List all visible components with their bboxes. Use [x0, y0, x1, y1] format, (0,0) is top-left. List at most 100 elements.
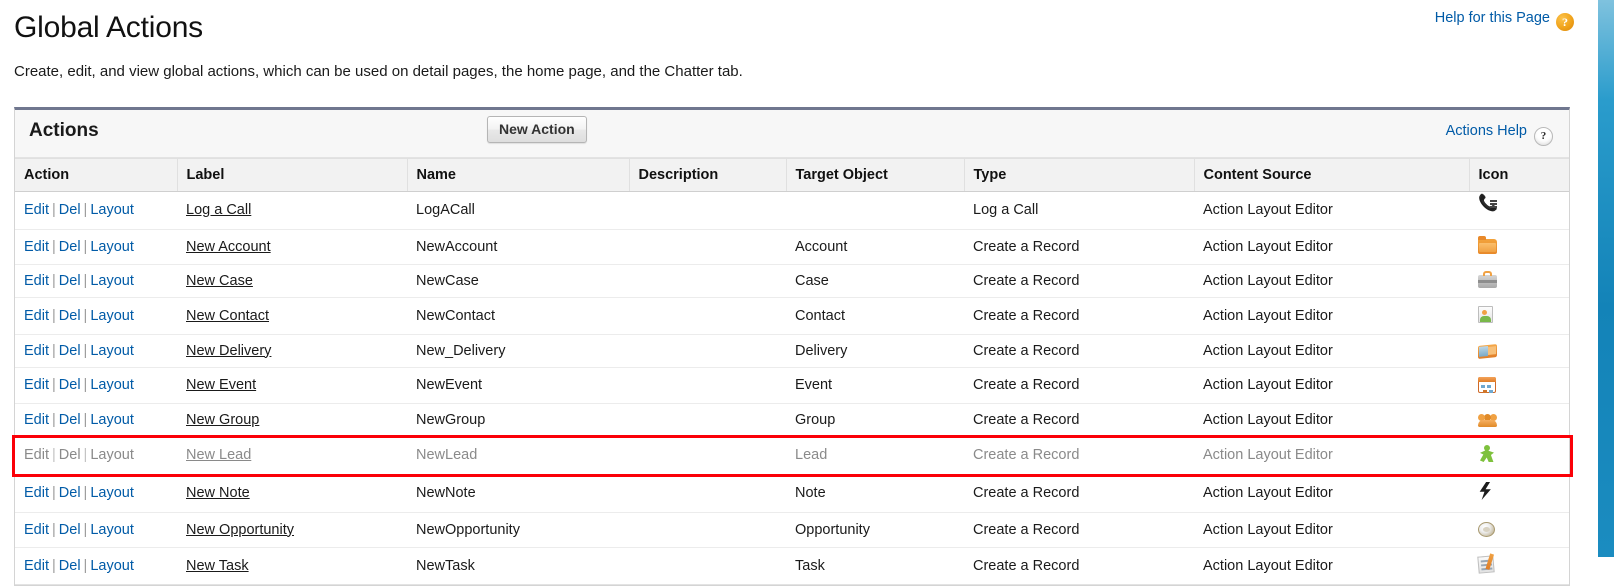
actions-help-link[interactable]: Actions Help?: [1446, 123, 1553, 146]
table-row: Edit | Del | Layout New Note NewNote Note Create…: [15, 474, 1569, 513]
layout-link[interactable]: Layout: [90, 202, 134, 218]
phone-log-icon: [1478, 199, 1498, 217]
row-action-links: Edit | Del | Layout: [15, 191, 177, 230]
edit-link[interactable]: Edit: [24, 273, 49, 289]
action-label-link[interactable]: New Group: [186, 412, 259, 428]
action-label-link[interactable]: New Case: [186, 273, 253, 289]
delete-link[interactable]: Del: [59, 558, 81, 574]
column-header-icon: Icon: [1469, 158, 1569, 192]
row-target-object-cell: Group: [786, 403, 964, 437]
row-icon-cell: [1469, 403, 1569, 437]
column-header-label: Label: [177, 158, 408, 192]
action-label-link[interactable]: New Account: [186, 239, 271, 255]
delete-link[interactable]: Del: [59, 308, 81, 324]
layout-link[interactable]: Layout: [90, 273, 134, 289]
row-action-links: Edit | Del | Layout: [15, 436, 177, 475]
delete-link[interactable]: Del: [59, 239, 81, 255]
layout-link[interactable]: Layout: [90, 485, 134, 501]
new-action-button[interactable]: New Action: [487, 116, 587, 143]
coin-opportunity-icon: [1478, 522, 1495, 537]
link-separator: |: [83, 447, 88, 463]
layout-link[interactable]: Layout: [90, 447, 134, 463]
action-label-link[interactable]: New Contact: [186, 308, 269, 324]
link-separator: |: [83, 272, 88, 289]
action-label-link[interactable]: New Opportunity: [186, 522, 294, 538]
table-header-row: Action Label Name Description Target Obj…: [15, 158, 1569, 192]
actions-help-label: Actions Help: [1445, 123, 1527, 139]
link-separator: |: [83, 342, 88, 359]
link-separator: |: [83, 557, 88, 574]
layout-link[interactable]: Layout: [90, 412, 134, 428]
table-row: Edit | Del | Layout New Task NewTask Task Create…: [15, 547, 1569, 585]
action-label-link[interactable]: New Event: [186, 377, 256, 393]
row-icon-cell: [1469, 229, 1569, 265]
link-separator: |: [83, 411, 88, 428]
row-type-cell: Log a Call: [964, 191, 1194, 230]
action-label-link[interactable]: New Note: [186, 485, 250, 501]
link-separator: |: [83, 307, 88, 324]
edit-link[interactable]: Edit: [24, 343, 49, 359]
edit-link[interactable]: Edit: [24, 239, 49, 255]
row-action-links: Edit | Del | Layout: [15, 264, 177, 298]
delete-link[interactable]: Del: [59, 202, 81, 218]
layout-link[interactable]: Layout: [90, 558, 134, 574]
delete-link[interactable]: Del: [59, 522, 81, 538]
people-group-icon: [1478, 414, 1498, 427]
edit-link[interactable]: Edit: [24, 377, 49, 393]
row-content-source-cell: Action Layout Editor: [1194, 367, 1469, 404]
row-name-cell: LogACall: [407, 191, 629, 230]
layout-link[interactable]: Layout: [90, 377, 134, 393]
row-description-cell: [629, 547, 786, 585]
row-action-links: Edit | Del | Layout: [15, 229, 177, 265]
briefcase-case-icon: [1478, 271, 1497, 288]
table-body: Edit | Del | Layout Log a Call LogACall Log a C…: [15, 191, 1569, 585]
edit-link[interactable]: Edit: [24, 202, 49, 218]
layout-link[interactable]: Layout: [90, 239, 134, 255]
row-content-source-cell: Action Layout Editor: [1194, 436, 1469, 475]
row-action-links: Edit | Del | Layout: [15, 403, 177, 437]
edit-link[interactable]: Edit: [24, 447, 49, 463]
layout-link[interactable]: Layout: [90, 308, 134, 324]
edit-link[interactable]: Edit: [24, 412, 49, 428]
delete-link[interactable]: Del: [59, 377, 81, 393]
layout-link[interactable]: Layout: [90, 343, 134, 359]
task-checklist-icon: [1477, 555, 1495, 574]
row-type-cell: Create a Record: [964, 229, 1194, 265]
row-type-cell: Create a Record: [964, 264, 1194, 298]
row-content-source-cell: Action Layout Editor: [1194, 512, 1469, 548]
row-icon-cell: [1469, 367, 1569, 404]
action-label-link[interactable]: New Task: [186, 558, 249, 574]
help-for-this-page-link[interactable]: Help for this Page?: [1435, 10, 1574, 31]
edit-link[interactable]: Edit: [24, 558, 49, 574]
row-target-object-cell: Account: [786, 229, 964, 265]
edit-link[interactable]: Edit: [24, 308, 49, 324]
row-icon-cell: [1469, 297, 1569, 335]
column-header-content-source: Content Source: [1194, 158, 1470, 192]
row-content-source-cell: Action Layout Editor: [1194, 547, 1469, 585]
action-label-link[interactable]: New Delivery: [186, 343, 271, 359]
table-row: Edit | Del | Layout New Lead NewLead Lead Create…: [15, 436, 1569, 475]
row-description-cell: [629, 512, 786, 548]
action-label-link[interactable]: New Lead: [186, 447, 251, 463]
delete-link[interactable]: Del: [59, 412, 81, 428]
row-target-object-cell: [786, 191, 964, 230]
edit-link[interactable]: Edit: [24, 522, 49, 538]
link-separator: |: [52, 485, 56, 501]
layout-link[interactable]: Layout: [90, 522, 134, 538]
link-separator: |: [83, 238, 88, 255]
row-label-cell: New Account: [177, 229, 407, 265]
link-separator: |: [52, 202, 56, 218]
lightning-bolt-note-icon: [1479, 482, 1491, 500]
question-mark-orange-icon: ?: [1556, 13, 1574, 31]
delete-link[interactable]: Del: [59, 485, 81, 501]
delete-link[interactable]: Del: [59, 343, 81, 359]
row-type-cell: Create a Record: [964, 403, 1194, 437]
row-name-cell: NewGroup: [407, 403, 629, 437]
delete-link[interactable]: Del: [59, 273, 81, 289]
row-description-cell: [629, 474, 786, 513]
row-target-object-cell: Contact: [786, 297, 964, 335]
action-label-link[interactable]: Log a Call: [186, 202, 251, 218]
table-row: Edit | Del | Layout New Opportunity NewOpportu…: [15, 512, 1569, 548]
edit-link[interactable]: Edit: [24, 485, 49, 501]
delete-link[interactable]: Del: [59, 447, 81, 463]
